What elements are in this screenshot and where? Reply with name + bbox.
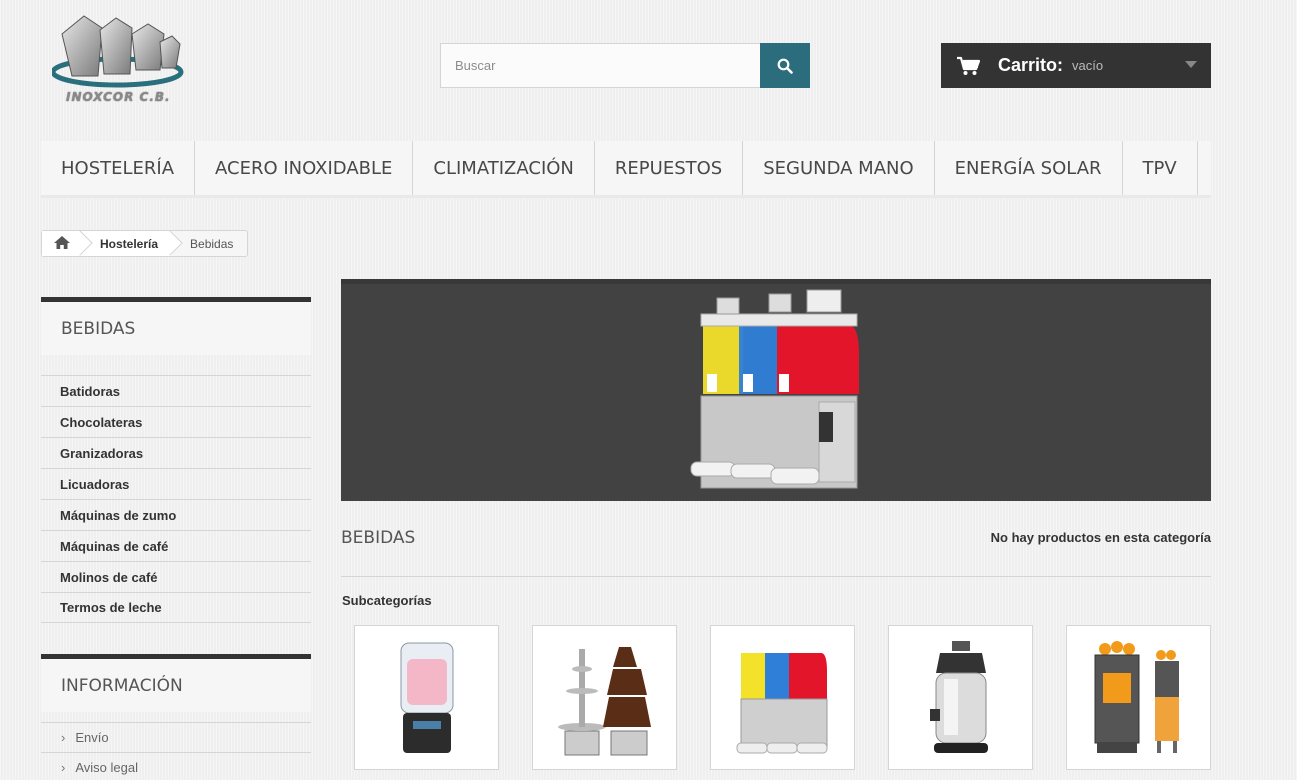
- divider: [341, 576, 1211, 577]
- cart-icon: [957, 56, 980, 75]
- category-item-maquinas-de-zumo[interactable]: Máquinas de zumo: [41, 499, 311, 530]
- logo-graphic: [50, 15, 184, 88]
- home-icon: [54, 235, 70, 249]
- menu-item-energia-solar[interactable]: ENERGÍA SOLAR: [935, 141, 1123, 195]
- chevron-right-icon: ›: [61, 760, 66, 775]
- menu-item-tpv[interactable]: TPV: [1123, 141, 1198, 195]
- breadcrumb-parent[interactable]: Hostelería: [82, 230, 183, 256]
- subcategory-thumb-slush-machine[interactable]: [710, 625, 855, 770]
- chevron-down-icon[interactable]: [1185, 61, 1197, 69]
- juicer-image: [929, 640, 988, 753]
- categories-list: Batidoras Chocolateras Granizadoras Licu…: [41, 375, 311, 623]
- info-block-title: INFORMACIÓN: [41, 654, 311, 712]
- subcategories-title: Subcategorías: [342, 593, 432, 608]
- category-item-batidoras[interactable]: Batidoras: [41, 375, 311, 406]
- category-item-granizadoras[interactable]: Granizadoras: [41, 437, 311, 468]
- slush-machine-image: [690, 289, 859, 489]
- category-item-licuadoras[interactable]: Licuadoras: [41, 468, 311, 499]
- subcategory-thumb-blender[interactable]: [354, 625, 499, 770]
- categories-block-title: BEBIDAS: [41, 297, 311, 355]
- info-item-label: Aviso legal: [75, 760, 138, 775]
- cart-status: vacío: [1072, 58, 1104, 73]
- breadcrumb-home[interactable]: [42, 230, 93, 256]
- info-item-aviso-legal[interactable]: › Aviso legal: [41, 752, 311, 780]
- info-list: › Envío › Aviso legal: [41, 722, 311, 780]
- chocolate-fountain-image: [557, 646, 651, 755]
- category-banner: [341, 279, 1211, 501]
- chevron-right-icon: ›: [61, 730, 66, 745]
- category-item-maquinas-de-cafe[interactable]: Máquinas de café: [41, 530, 311, 561]
- cart-button[interactable]: Carrito: vacío: [941, 43, 1211, 88]
- category-item-molinos-de-cafe[interactable]: Molinos de café: [41, 561, 311, 592]
- store-logo[interactable]: INOXCOR C.B.: [50, 12, 186, 108]
- menu-item-hosteleria[interactable]: HOSTELERÍA: [41, 141, 196, 195]
- info-item-label: Envío: [75, 730, 109, 745]
- subcategory-thumb-juicer[interactable]: [888, 625, 1033, 770]
- menu-item-climatizacion[interactable]: CLIMATIZACIÓN: [413, 141, 595, 195]
- cart-label: Carrito:: [998, 55, 1064, 75]
- menu-item-segunda-mano[interactable]: SEGUNDA MANO: [743, 141, 935, 195]
- blender-image: [400, 642, 453, 753]
- search-input[interactable]: [440, 43, 761, 88]
- orange-juice-machine-image: [1094, 640, 1179, 753]
- subcategory-thumb-juice-machine[interactable]: [1066, 625, 1211, 770]
- breadcrumb-parent-label: Hostelería: [100, 236, 159, 251]
- top-menu: HOSTELERÍA ACERO INOXIDABLE CLIMATIZACIÓ…: [41, 141, 1211, 198]
- no-products-message: No hay productos en esta categoría: [990, 530, 1211, 545]
- menu-item-acero-inoxidable[interactable]: ACERO INOXIDABLE: [195, 141, 414, 195]
- logo-text: INOXCOR C.B.: [66, 90, 171, 104]
- breadcrumb-current: Bebidas: [172, 231, 247, 256]
- search-button[interactable]: [760, 43, 810, 88]
- category-item-chocolateras[interactable]: Chocolateras: [41, 406, 311, 437]
- info-item-envio[interactable]: › Envío: [41, 722, 311, 752]
- breadcrumb: Hostelería Bebidas: [41, 230, 249, 257]
- menu-item-repuestos[interactable]: REPUESTOS: [595, 141, 744, 195]
- slush-machine-thumb-image: [736, 652, 827, 753]
- category-heading: BEBIDAS: [341, 528, 416, 548]
- breadcrumb-current-label: Bebidas: [190, 236, 234, 251]
- category-item-termos-de-leche[interactable]: Termos de leche: [41, 592, 311, 623]
- search-icon: [777, 58, 793, 74]
- subcategory-thumb-chocolate-fountain[interactable]: [532, 625, 677, 770]
